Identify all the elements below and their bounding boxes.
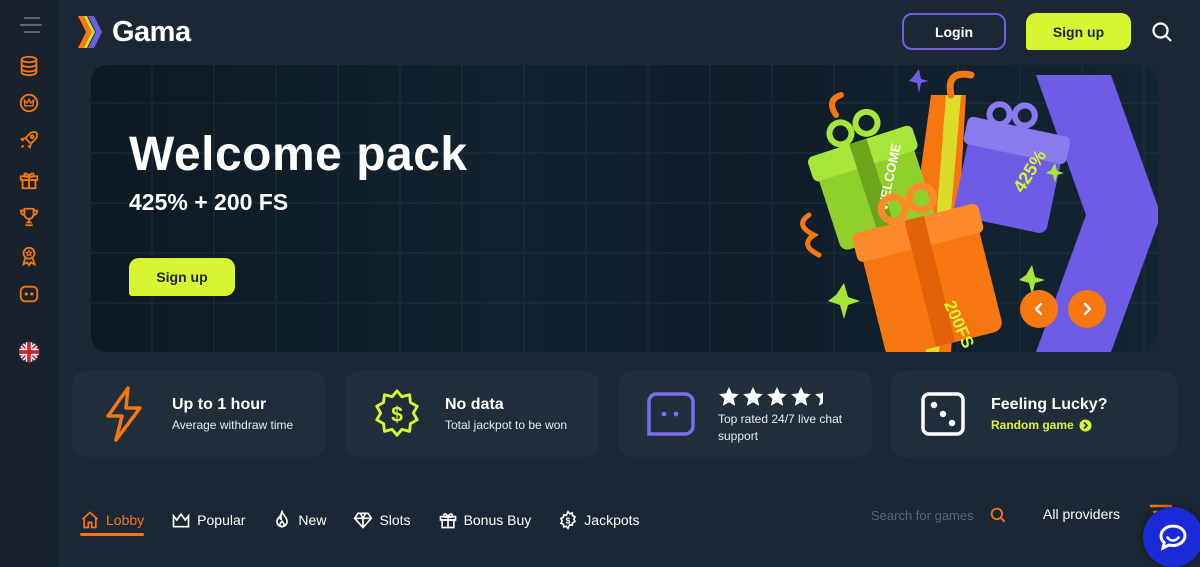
slider-next-button[interactable]	[1068, 290, 1106, 328]
search-icon[interactable]	[989, 506, 1007, 524]
chat-face-icon[interactable]	[17, 282, 41, 306]
random-game-label: Random game	[991, 418, 1074, 432]
hamburger-menu-icon[interactable]	[20, 12, 42, 34]
gama-logo-icon	[78, 16, 102, 48]
tab-label: Slots	[379, 512, 411, 528]
crown-icon	[172, 512, 190, 528]
chat-icon	[1159, 524, 1187, 551]
logo-text: Gama	[112, 15, 191, 48]
award-badge-icon[interactable]	[17, 244, 41, 268]
header: Gama Login Sign up	[58, 0, 1200, 62]
diamond-icon	[354, 512, 373, 529]
gift-icon[interactable]	[17, 168, 41, 192]
providers-dropdown[interactable]: All providers	[1043, 506, 1120, 522]
home-icon	[81, 511, 99, 529]
star-rating-icon	[719, 387, 823, 406]
tab-label: Bonus Buy	[463, 512, 532, 528]
tab-label: Popular	[197, 512, 246, 528]
banner-title: Welcome pack	[129, 128, 468, 181]
game-category-tabs: Lobby Popular New Slots Bonus Buy $ Jack…	[80, 500, 667, 540]
feature-title: Feeling Lucky?	[991, 396, 1108, 413]
banner-subtitle: 425% + 200 FS	[129, 189, 289, 215]
chevron-right-icon	[1083, 302, 1092, 316]
chat-face-icon	[644, 387, 696, 441]
feature-desc: Average withdraw time	[172, 418, 294, 432]
tab-label: Lobby	[106, 512, 145, 528]
tab-label: New	[298, 512, 327, 528]
dollar-badge-icon: $	[560, 510, 577, 530]
rocket-icon[interactable]	[17, 128, 41, 152]
feature-live-chat: Top rated 24/7 live chat support	[618, 371, 872, 457]
svg-text:$: $	[391, 404, 403, 427]
dollar-badge-icon: $	[371, 387, 423, 441]
feature-random-game: Feeling Lucky? Random game	[891, 371, 1177, 457]
search-icon[interactable]	[1150, 20, 1174, 44]
slider-prev-button[interactable]	[1020, 290, 1058, 328]
tab-slots[interactable]: Slots	[353, 500, 411, 540]
search-games-input[interactable]: Search for games	[871, 505, 1007, 525]
gift-icon	[439, 513, 456, 529]
coins-stack-icon[interactable]	[17, 54, 41, 78]
dice-icon	[917, 387, 969, 441]
random-game-link[interactable]: Random game	[991, 418, 1092, 432]
banner-signup-button[interactable]: Sign up	[129, 258, 235, 296]
feature-desc: Top rated 24/7 live chat support	[718, 412, 843, 443]
tab-lobby[interactable]: Lobby	[80, 500, 145, 540]
sidebar	[0, 0, 58, 567]
chevron-left-icon	[1034, 302, 1043, 316]
feature-title: No data	[445, 396, 504, 413]
login-button[interactable]: Login	[902, 13, 1006, 50]
logo[interactable]: Gama	[76, 14, 191, 50]
uk-flag-icon[interactable]	[17, 340, 41, 364]
chevron-circle-right-icon	[1079, 419, 1092, 431]
feature-title: Up to 1 hour	[172, 396, 267, 413]
tab-label: Jackpots	[584, 512, 640, 528]
feature-desc: Total jackpot to be won	[445, 418, 568, 432]
search-placeholder: Search for games	[871, 507, 974, 523]
crown-circle-icon[interactable]	[17, 91, 41, 115]
live-chat-button[interactable]	[1143, 507, 1200, 567]
lightning-icon	[98, 386, 150, 442]
signup-button[interactable]: Sign up	[1026, 13, 1131, 50]
svg-text:$: $	[566, 515, 571, 525]
tab-bonus-buy[interactable]: Bonus Buy	[438, 500, 532, 540]
rating-stars	[718, 386, 836, 408]
feature-withdraw-time: Up to 1 hour Average withdraw time	[72, 371, 326, 457]
feature-jackpot: $ No data Total jackpot to be won	[345, 371, 599, 457]
flame-icon	[276, 510, 289, 528]
tab-jackpots[interactable]: $ Jackpots	[558, 500, 640, 540]
trophy-icon[interactable]	[17, 205, 41, 229]
promo-banner: Welcome pack 425% + 200 FS Sign up 425% …	[91, 65, 1158, 352]
tab-new[interactable]: New	[272, 500, 326, 540]
tab-popular[interactable]: Popular	[171, 500, 245, 540]
